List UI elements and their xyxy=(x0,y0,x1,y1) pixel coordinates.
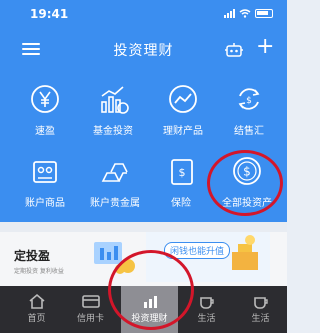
grid-item-precious-metal[interactable]: 账户贵金属 xyxy=(80,154,150,209)
home-icon xyxy=(28,293,45,309)
tab-label: 生活 xyxy=(197,314,216,324)
divider xyxy=(0,222,287,232)
tab-label: 信用卡 xyxy=(76,314,104,324)
grid-label: 账户商品 xyxy=(25,198,65,209)
signal-icon xyxy=(224,9,235,18)
exchange-icon: $ xyxy=(238,88,260,110)
promo-title: 定投盈 xyxy=(14,249,51,263)
tab-home[interactable]: 首页 xyxy=(8,286,65,333)
grid-item-fund[interactable]: 基金投资 xyxy=(78,82,148,137)
promo-card[interactable]: 定投盈 定期投资 复利收益 xyxy=(14,247,64,275)
status-icons xyxy=(224,9,273,18)
card-icon xyxy=(81,295,100,308)
grid-item-account-goods[interactable]: 账户商品 xyxy=(10,154,80,209)
tab-label: 首页 xyxy=(27,314,46,324)
highlight-circle-investment-tab xyxy=(108,250,194,330)
svg-text:$: $ xyxy=(246,96,252,106)
app-screen: 19:41 投资理财 + 速盈 基金投资 理财产品 $ 结售汇 账户商品 账户贵… xyxy=(0,0,287,333)
bar-chart-icon xyxy=(101,86,129,114)
yen-coin-icon xyxy=(31,85,59,113)
grid-item-exchange[interactable]: $ 结售汇 xyxy=(214,82,284,137)
highlight-circle-all-investments xyxy=(207,150,283,216)
grid-label: 结售汇 xyxy=(234,126,264,137)
grid-label: 速盈 xyxy=(35,126,55,137)
battery-icon xyxy=(255,9,273,18)
grid-item-wealth[interactable]: 理财产品 xyxy=(148,82,218,137)
coffee-icon xyxy=(199,297,214,309)
add-icon[interactable]: + xyxy=(256,36,274,58)
tab-life-2[interactable]: 生活 xyxy=(232,286,287,333)
wifi-icon xyxy=(239,9,251,18)
store-icon xyxy=(33,161,57,183)
robot-assistant-icon[interactable] xyxy=(224,42,244,58)
trend-line-icon xyxy=(169,85,197,113)
grid-item-insurance[interactable]: $ 保险 xyxy=(146,154,216,209)
svg-text:$: $ xyxy=(179,166,186,179)
coffee-icon xyxy=(253,297,268,309)
gold-bar-icon xyxy=(101,163,128,182)
grid-label: 基金投资 xyxy=(93,126,133,137)
grid-label: 理财产品 xyxy=(163,126,203,137)
promo-subtitle: 定期投资 复利收益 xyxy=(14,268,64,275)
tab-label: 生活 xyxy=(251,314,270,324)
status-bar: 19:41 xyxy=(0,0,287,26)
grid-item-suying[interactable]: 速盈 xyxy=(10,82,80,137)
grid-label: 保险 xyxy=(171,198,191,209)
insurance-card-icon: $ xyxy=(171,159,193,185)
status-time: 19:41 xyxy=(30,7,69,21)
grid-label: 账户贵金属 xyxy=(90,198,140,209)
nav-bar: 投资理财 + xyxy=(0,30,287,66)
